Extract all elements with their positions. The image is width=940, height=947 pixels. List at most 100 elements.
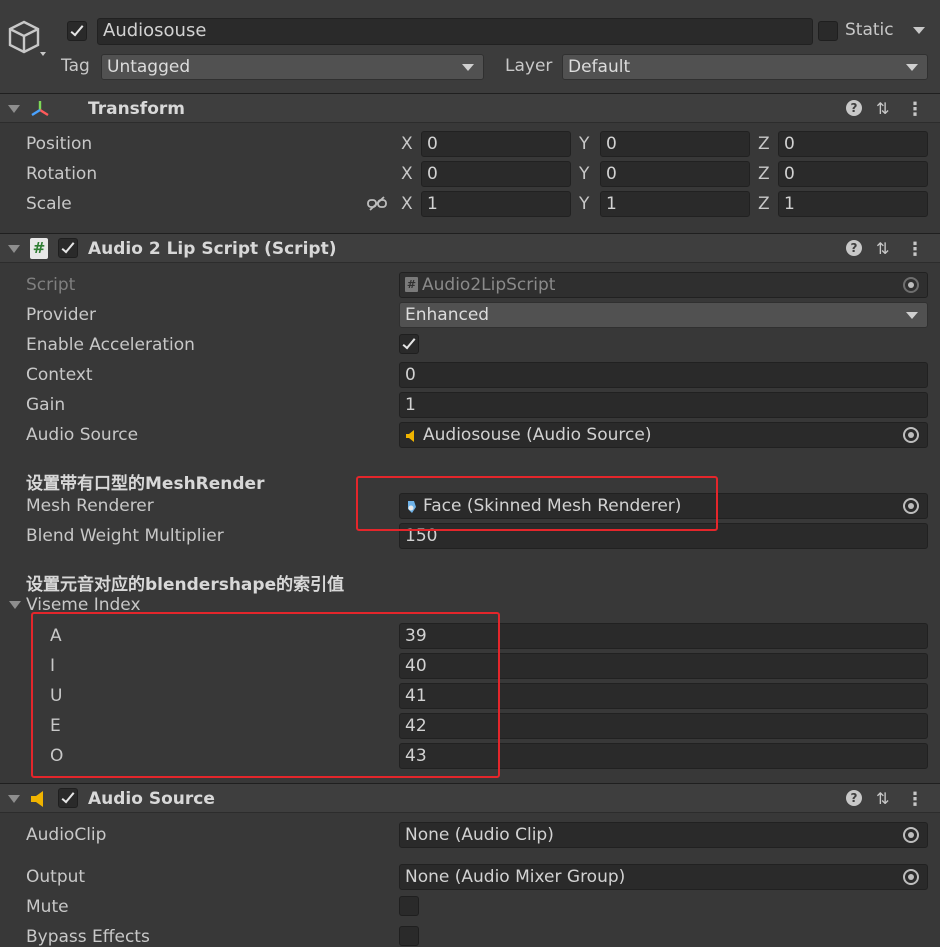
- mesh-renderer-label: Mesh Renderer: [26, 496, 154, 516]
- output-label: Output: [26, 867, 86, 887]
- provider-dropdown[interactable]: Enhanced: [399, 302, 928, 328]
- axis-z-label: Z: [758, 134, 770, 154]
- static-toggle[interactable]: [818, 21, 838, 41]
- axis-x-label: X: [401, 194, 413, 214]
- transform-axes-icon: [31, 101, 49, 117]
- script-object-field: # Audio2LipScript: [399, 272, 928, 298]
- settings-sliders-icon[interactable]: ⇅: [876, 239, 889, 258]
- blend-weight-label: Blend Weight Multiplier: [26, 526, 224, 546]
- context-label: Context: [26, 365, 93, 385]
- static-dropdown-caret-icon[interactable]: [913, 27, 925, 34]
- acceleration-label: Enable Acceleration: [26, 335, 195, 355]
- transform-header[interactable]: Transform ? ⇅ ⋮: [0, 93, 940, 123]
- mesh-section-header: 设置带有口型的MeshRender: [26, 474, 265, 494]
- gain-input[interactable]: 1: [399, 392, 928, 418]
- script-value: Audio2LipScript: [422, 275, 556, 295]
- script-enabled-toggle[interactable]: [58, 238, 78, 258]
- foldout-arrow-icon[interactable]: [8, 795, 20, 803]
- axis-y-label: Y: [579, 164, 590, 184]
- audio2lip-title: Audio 2 Lip Script (Script): [88, 239, 337, 259]
- rotation-label: Rotation: [26, 164, 98, 184]
- audio-source-enabled-toggle[interactable]: [58, 788, 78, 808]
- position-z-input[interactable]: 0: [778, 131, 928, 157]
- bypass-effects-label: Bypass Effects: [26, 927, 150, 947]
- object-picker-icon[interactable]: [903, 427, 919, 443]
- script-hash-icon: #: [30, 238, 48, 259]
- audio-clip-label: AudioClip: [26, 825, 107, 845]
- position-y-input[interactable]: 0: [600, 131, 750, 157]
- object-picker-icon[interactable]: [903, 827, 919, 843]
- audio-clip-field[interactable]: None (Audio Clip): [399, 822, 928, 848]
- settings-sliders-icon[interactable]: ⇅: [876, 99, 889, 118]
- rotation-x-input[interactable]: 0: [421, 161, 571, 187]
- audio-source-field[interactable]: Audiosouse (Audio Source): [399, 422, 928, 448]
- audio-source-title: Audio Source: [88, 789, 215, 809]
- layer-dropdown[interactable]: Default: [562, 54, 928, 80]
- rotation-y-input[interactable]: 0: [600, 161, 750, 187]
- mute-checkbox[interactable]: [399, 896, 419, 916]
- audio2lip-header[interactable]: # Audio 2 Lip Script (Script) ? ⇅ ⋮: [0, 233, 940, 263]
- position-label: Position: [26, 134, 93, 154]
- axis-y-label: Y: [579, 134, 590, 154]
- audio-source-speaker-icon: [31, 791, 43, 807]
- script-file-icon: #: [405, 277, 418, 292]
- mute-label: Mute: [26, 897, 69, 917]
- chevron-down-icon: [906, 312, 918, 319]
- acceleration-checkbox[interactable]: [399, 334, 419, 354]
- output-field[interactable]: None (Audio Mixer Group): [399, 864, 928, 890]
- highlight-mesh-renderer-box: [356, 476, 718, 531]
- help-icon[interactable]: ?: [846, 100, 862, 116]
- menu-dots-icon[interactable]: ⋮: [906, 99, 924, 120]
- help-icon[interactable]: ?: [846, 790, 862, 806]
- menu-dots-icon[interactable]: ⋮: [906, 789, 924, 810]
- help-icon[interactable]: ?: [846, 240, 862, 256]
- audio-clip-value: None (Audio Clip): [405, 825, 554, 845]
- vowel-section-header: 设置元音对应的blendershape的索引值: [26, 575, 345, 595]
- axis-z-label: Z: [758, 164, 770, 184]
- check-icon: [402, 335, 416, 350]
- scale-y-input[interactable]: 1: [600, 191, 750, 217]
- bypass-effects-checkbox[interactable]: [399, 926, 419, 946]
- audio-source-label: Audio Source: [26, 425, 139, 445]
- context-input[interactable]: 0: [399, 362, 928, 388]
- layer-label: Layer: [505, 56, 553, 76]
- active-toggle[interactable]: [67, 21, 87, 41]
- object-picker-icon[interactable]: [903, 498, 919, 514]
- highlight-viseme-box: [31, 612, 500, 778]
- position-x-input[interactable]: 0: [421, 131, 571, 157]
- provider-label: Provider: [26, 305, 96, 325]
- check-icon: [70, 22, 84, 37]
- check-icon: [61, 239, 75, 254]
- menu-dots-icon[interactable]: ⋮: [906, 239, 924, 260]
- header-tools: ? ⇅ ⋮: [846, 99, 926, 120]
- unlink-constrain-icon[interactable]: [367, 196, 387, 212]
- axis-x-label: X: [401, 134, 413, 154]
- audio-source-header[interactable]: Audio Source ? ⇅ ⋮: [0, 783, 940, 813]
- speaker-icon: [406, 430, 414, 442]
- object-name-input[interactable]: Audiosouse: [97, 18, 813, 45]
- object-picker-icon[interactable]: [903, 869, 919, 885]
- chevron-down-icon: [462, 64, 474, 71]
- foldout-arrow-icon[interactable]: [8, 245, 20, 253]
- foldout-arrow-icon[interactable]: [8, 105, 20, 113]
- static-label: Static: [845, 20, 894, 40]
- tag-dropdown[interactable]: Untagged: [101, 54, 484, 80]
- rotation-z-input[interactable]: 0: [778, 161, 928, 187]
- header-tools: ? ⇅ ⋮: [846, 789, 926, 810]
- axis-y-label: Y: [579, 194, 590, 214]
- provider-value: Enhanced: [405, 305, 490, 325]
- header-tools: ? ⇅ ⋮: [846, 239, 926, 260]
- layer-value: Default: [568, 57, 631, 77]
- object-picker-icon: [903, 277, 919, 293]
- scale-label: Scale: [26, 194, 72, 214]
- audio-source-value: Audiosouse (Audio Source): [423, 425, 652, 445]
- tag-value: Untagged: [107, 57, 191, 77]
- gain-label: Gain: [26, 395, 66, 415]
- settings-sliders-icon[interactable]: ⇅: [876, 789, 889, 808]
- output-value: None (Audio Mixer Group): [405, 867, 626, 887]
- viseme-foldout-arrow-icon[interactable]: [9, 601, 21, 609]
- scale-z-input[interactable]: 1: [778, 191, 928, 217]
- axis-z-label: Z: [758, 194, 770, 214]
- gameobject-cube-icon[interactable]: [6, 18, 50, 62]
- scale-x-input[interactable]: 1: [421, 191, 571, 217]
